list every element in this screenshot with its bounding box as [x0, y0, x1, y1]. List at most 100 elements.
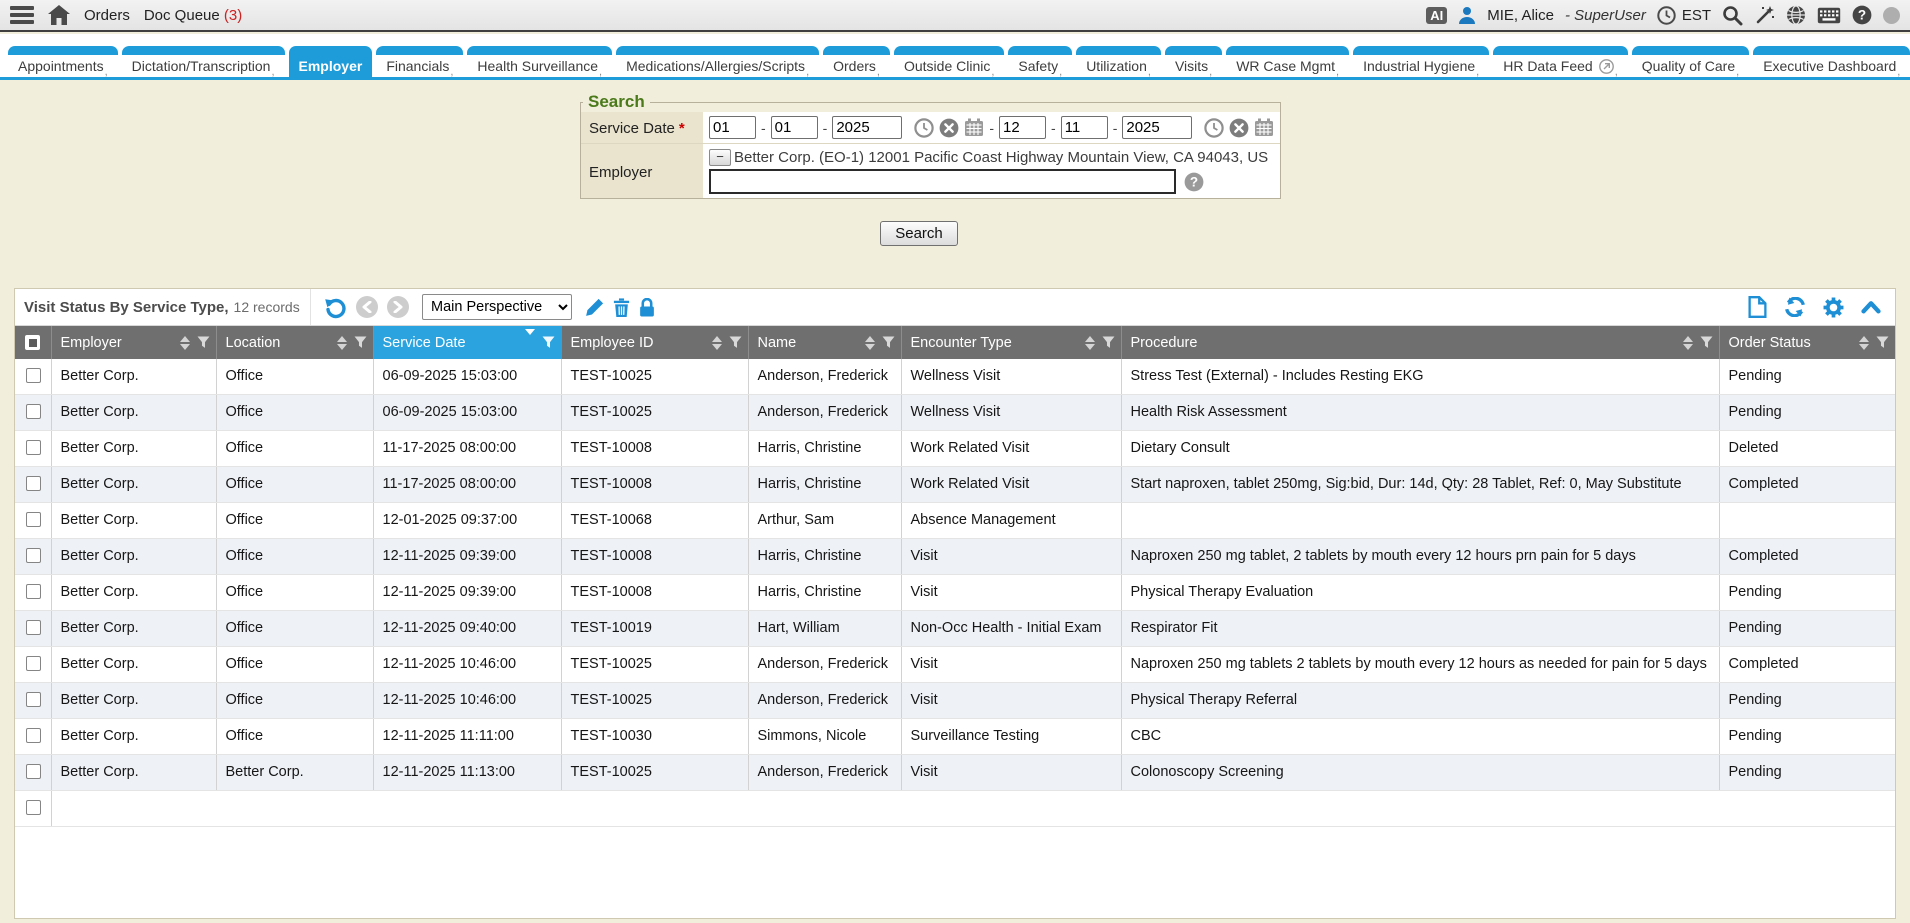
row-checkbox[interactable]	[26, 728, 41, 743]
tab-health-surveillance[interactable]: Health Surveillance,	[467, 46, 612, 77]
person-icon[interactable]	[1458, 6, 1476, 24]
filter-funnel-icon[interactable]	[1876, 336, 1889, 349]
row-checkbox[interactable]	[26, 404, 41, 419]
to-year-input[interactable]	[1122, 116, 1192, 139]
sort-icon[interactable]	[1085, 336, 1095, 350]
tab-employer[interactable]: Employer	[289, 46, 373, 77]
collapse-selection-button[interactable]: −	[709, 149, 731, 166]
to-day-input[interactable]	[1061, 116, 1108, 139]
to-time-icon[interactable]	[1204, 118, 1224, 138]
search-icon[interactable]	[1722, 5, 1743, 26]
from-time-icon[interactable]	[914, 118, 934, 138]
tab-executive-dashboard[interactable]: Executive Dashboard,	[1753, 46, 1910, 77]
new-document-icon[interactable]	[1748, 296, 1767, 318]
table-row[interactable]: Better Corp.Better Corp.12-11-2025 11:13…	[15, 755, 1895, 791]
tab-industrial-hygiene[interactable]: Industrial Hygiene,	[1353, 46, 1489, 77]
row-checkbox[interactable]	[26, 440, 41, 455]
employer-search-input[interactable]	[709, 169, 1176, 194]
sort-icon[interactable]	[337, 336, 347, 350]
sort-icon[interactable]	[180, 336, 190, 350]
footer-select-checkbox[interactable]	[26, 800, 41, 815]
collapse-icon[interactable]	[1861, 300, 1881, 314]
table-row[interactable]: Better Corp.Office11-17-2025 08:00:00TES…	[15, 431, 1895, 467]
column-header-service-date[interactable]: Service Date	[373, 326, 561, 359]
tab-financials[interactable]: Financials,	[376, 46, 463, 77]
row-checkbox[interactable]	[26, 368, 41, 383]
from-calendar-icon[interactable]	[964, 118, 984, 137]
table-row[interactable]: Better Corp.Office12-11-2025 09:39:00TES…	[15, 539, 1895, 575]
filter-funnel-icon[interactable]	[1700, 336, 1713, 349]
tab-dictation-transcription[interactable]: Dictation/Transcription,	[122, 46, 285, 77]
tab-appointments[interactable]: Appointments,	[8, 46, 118, 77]
row-checkbox[interactable]	[26, 548, 41, 563]
clock-icon[interactable]	[1657, 6, 1676, 25]
from-year-input[interactable]	[832, 116, 902, 139]
tab-quality-of-care[interactable]: Quality of Care,	[1632, 46, 1749, 77]
from-day-input[interactable]	[771, 116, 818, 139]
wand-icon[interactable]	[1754, 5, 1775, 26]
filter-funnel-icon[interactable]	[729, 336, 742, 349]
edit-icon[interactable]	[585, 298, 604, 317]
breadcrumb-doc-queue[interactable]: Doc Queue (3)	[144, 7, 242, 24]
column-header-name[interactable]: Name	[748, 326, 901, 359]
user-name[interactable]: MIE, Alice	[1487, 7, 1554, 24]
table-row[interactable]: Better Corp.Office12-11-2025 09:39:00TES…	[15, 575, 1895, 611]
row-checkbox[interactable]	[26, 584, 41, 599]
to-calendar-icon[interactable]	[1254, 118, 1274, 137]
sort-icon[interactable]	[865, 336, 875, 350]
table-row[interactable]: Better Corp.Office12-11-2025 10:46:00TES…	[15, 683, 1895, 719]
filter-funnel-icon[interactable]	[1102, 336, 1115, 349]
tab-outside-clinic[interactable]: Outside Clinic,	[894, 46, 1004, 77]
settings-icon[interactable]	[1823, 297, 1844, 318]
refresh-icon[interactable]	[1784, 297, 1806, 317]
tab-utilization[interactable]: Utilization,	[1076, 46, 1161, 77]
select-all-checkbox[interactable]	[25, 335, 40, 350]
delete-icon[interactable]	[613, 298, 630, 317]
to-month-input[interactable]	[999, 116, 1046, 139]
column-header-encounter-type[interactable]: Encounter Type	[901, 326, 1121, 359]
filter-funnel-icon[interactable]	[197, 336, 210, 349]
tab-medications-allergies-scripts[interactable]: Medications/Allergies/Scripts,	[616, 46, 819, 77]
forward-icon[interactable]	[387, 296, 409, 318]
row-checkbox[interactable]	[26, 476, 41, 491]
sort-desc-icon[interactable]	[525, 335, 535, 351]
tab-wr-case-mgmt[interactable]: WR Case Mgmt,	[1226, 46, 1349, 77]
table-row[interactable]: Better Corp.Office06-09-2025 15:03:00TES…	[15, 359, 1895, 395]
column-header-procedure[interactable]: Procedure	[1121, 326, 1719, 359]
lock-icon[interactable]	[639, 298, 655, 317]
row-checkbox[interactable]	[26, 656, 41, 671]
to-clear-icon[interactable]	[1229, 118, 1249, 138]
column-header-employee-id[interactable]: Employee ID	[561, 326, 748, 359]
table-row[interactable]: Better Corp.Office12-01-2025 09:37:00TES…	[15, 503, 1895, 539]
filter-funnel-icon[interactable]	[542, 336, 555, 349]
globe-icon[interactable]	[1786, 5, 1806, 25]
row-checkbox[interactable]	[26, 692, 41, 707]
sort-icon[interactable]	[1859, 336, 1869, 350]
ai-badge[interactable]: AI	[1426, 7, 1447, 24]
help-icon[interactable]: ?	[1852, 5, 1872, 25]
filter-funnel-icon[interactable]	[354, 336, 367, 349]
tab-visits[interactable]: Visits,	[1165, 46, 1222, 77]
from-clear-icon[interactable]	[939, 118, 959, 138]
filter-funnel-icon[interactable]	[882, 336, 895, 349]
table-row[interactable]: Better Corp.Office12-11-2025 10:46:00TES…	[15, 647, 1895, 683]
status-dot[interactable]	[1883, 7, 1900, 24]
hamburger-icon[interactable]	[10, 6, 34, 24]
column-header-order-status[interactable]: Order Status	[1719, 326, 1895, 359]
home-icon[interactable]	[48, 5, 70, 25]
column-header-location[interactable]: Location	[216, 326, 373, 359]
table-row[interactable]: Better Corp.Office11-17-2025 08:00:00TES…	[15, 467, 1895, 503]
tab-safety[interactable]: Safety,	[1008, 46, 1072, 77]
employer-selected-value[interactable]: Better Corp. (EO-1) 12001 Pacific Coast …	[734, 149, 1268, 166]
perspective-select[interactable]: Main Perspective	[422, 294, 572, 320]
row-checkbox[interactable]	[26, 512, 41, 527]
undo-icon[interactable]	[324, 296, 347, 319]
from-month-input[interactable]	[709, 116, 756, 139]
table-row[interactable]: Better Corp.Office12-11-2025 09:40:00TES…	[15, 611, 1895, 647]
sort-icon[interactable]	[712, 336, 722, 350]
breadcrumb-orders[interactable]: Orders	[84, 7, 130, 24]
sort-icon[interactable]	[1683, 336, 1693, 350]
keyboard-icon[interactable]	[1817, 7, 1841, 24]
back-icon[interactable]	[356, 296, 378, 318]
employer-help-icon[interactable]: ?	[1184, 172, 1204, 192]
